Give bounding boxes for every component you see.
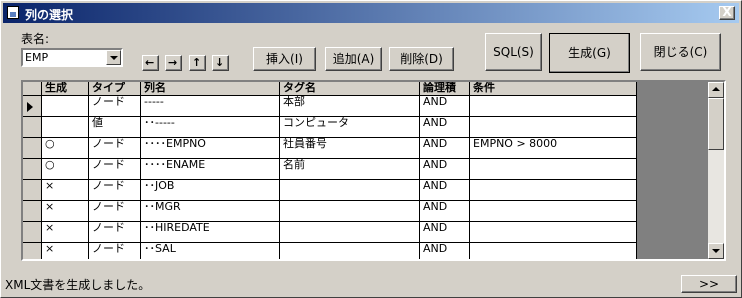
status-message: XML文書を生成しました。 [5,278,151,292]
chevron-down-icon[interactable] [106,50,121,65]
table-name-label: 表名: [21,32,50,46]
corner-header [23,82,42,96]
cell-logical-and[interactable]: AND [420,138,470,159]
close-button[interactable]: 閉じる(C) [640,33,721,71]
cell-logical-and[interactable]: AND [420,180,470,201]
status-bar: XML文書を生成しました。 >> [3,274,739,295]
cell-logical-and[interactable]: AND [420,159,470,180]
header-type: タイプ [89,82,141,96]
cell-tag-name[interactable] [280,243,420,259]
cell-condition[interactable]: EMPNO > 8000 [470,138,637,159]
cell-column-name[interactable]: ･･----- [141,117,280,138]
row-selector[interactable] [23,243,42,259]
cell-column-name[interactable]: ----- [141,96,280,117]
row-selector[interactable] [23,159,42,180]
cell-column-name[interactable]: ････EMPNO [141,138,280,159]
header-condition: 条件 [470,82,637,96]
cell-condition[interactable] [470,201,637,222]
move-left-button[interactable]: ← [142,55,159,71]
cell-generate[interactable]: × [42,222,89,243]
cell-generate[interactable]: × [42,180,89,201]
row-selector[interactable] [23,96,42,117]
cell-type[interactable]: 値 [89,117,141,138]
scroll-up-icon[interactable] [708,82,724,98]
cell-type[interactable]: ノード [89,180,141,201]
row-selector[interactable] [23,201,42,222]
vertical-scrollbar[interactable] [708,82,724,259]
cell-column-name[interactable]: ････ENAME [141,159,280,180]
arrow-right-icon: → [168,56,178,69]
cell-type[interactable]: ノード [89,96,141,117]
cell-logical-and[interactable]: AND [420,117,470,138]
cell-type[interactable]: ノード [89,222,141,243]
header-tag-name: タグ名 [280,82,420,96]
move-down-button[interactable]: ↓ [212,55,229,71]
arrow-up-icon: ↑ [192,56,202,69]
current-row-pointer-icon [27,102,33,112]
cell-generate[interactable]: ○ [42,159,89,180]
cell-logical-and[interactable]: AND [420,243,470,259]
row-selector[interactable] [23,117,42,138]
header-column-name: 列名 [141,82,280,96]
table-name-select[interactable]: EMP [21,48,123,67]
cell-condition[interactable] [470,159,637,180]
insert-button[interactable]: 挿入(I) [253,47,316,71]
cell-generate[interactable]: × [42,243,89,259]
move-right-button[interactable]: → [165,55,182,71]
window-title: 列の選択 [25,8,74,22]
cell-logical-and[interactable]: AND [420,222,470,243]
cell-logical-and[interactable]: AND [420,201,470,222]
close-window-button[interactable]: X [719,6,735,20]
scroll-down-icon[interactable] [708,243,724,259]
cell-generate[interactable] [42,117,89,138]
cell-type[interactable]: ノード [89,201,141,222]
cell-type[interactable]: ノード [89,159,141,180]
cell-logical-and[interactable]: AND [420,96,470,117]
column-grid: 生成 タイプ 列名 タグ名 論理積 条件 ノード ----- 本部 AND 値･･---… [21,80,726,261]
cell-condition[interactable] [470,222,637,243]
row-selector[interactable] [23,138,42,159]
cell-tag-name[interactable]: 名前 [280,159,420,180]
cell-tag-name[interactable]: 本部 [280,96,420,117]
cell-condition[interactable] [470,117,637,138]
next-button[interactable]: >> [681,275,737,293]
cell-tag-name[interactable]: コンピュータ [280,117,420,138]
generate-button[interactable]: 生成(G) [549,33,630,73]
cell-tag-name[interactable] [280,201,420,222]
app-icon [7,6,19,19]
delete-button[interactable]: 削除(D) [389,47,454,71]
cell-generate[interactable] [42,96,89,117]
cell-type[interactable]: ノード [89,243,141,259]
arrow-left-icon: ← [145,56,155,69]
cell-column-name[interactable]: ･･SAL [141,243,280,259]
cell-condition[interactable] [470,243,637,259]
main-window: 列の選択 X 表名: EMP ← → ↑ ↓ 挿入(I) 追加(A) 削除(D)… [0,0,742,298]
cell-tag-name[interactable]: 社員番号 [280,138,420,159]
title-bar: 列の選択 X [3,3,739,23]
header-logical-and: 論理積 [420,82,470,96]
cell-column-name[interactable]: ･･HIREDATE [141,222,280,243]
cell-tag-name[interactable] [280,222,420,243]
move-up-button[interactable]: ↑ [189,55,206,71]
header-generate: 生成 [42,82,89,96]
row-selector[interactable] [23,222,42,243]
cell-column-name[interactable]: ･･MGR [141,201,280,222]
cell-column-name[interactable]: ･･JOB [141,180,280,201]
cell-generate[interactable]: × [42,201,89,222]
sql-button[interactable]: SQL(S) [485,33,542,71]
row-selector[interactable] [23,180,42,201]
arrow-down-icon: ↓ [215,56,225,69]
scroll-thumb[interactable] [708,98,724,150]
table-name-value: EMP [25,51,49,64]
cell-condition[interactable] [470,180,637,201]
cell-tag-name[interactable] [280,180,420,201]
grid-empty-area [637,82,708,259]
cell-generate[interactable]: ○ [42,138,89,159]
cell-type[interactable]: ノード [89,138,141,159]
add-button[interactable]: 追加(A) [325,47,382,71]
cell-condition[interactable] [470,96,637,117]
